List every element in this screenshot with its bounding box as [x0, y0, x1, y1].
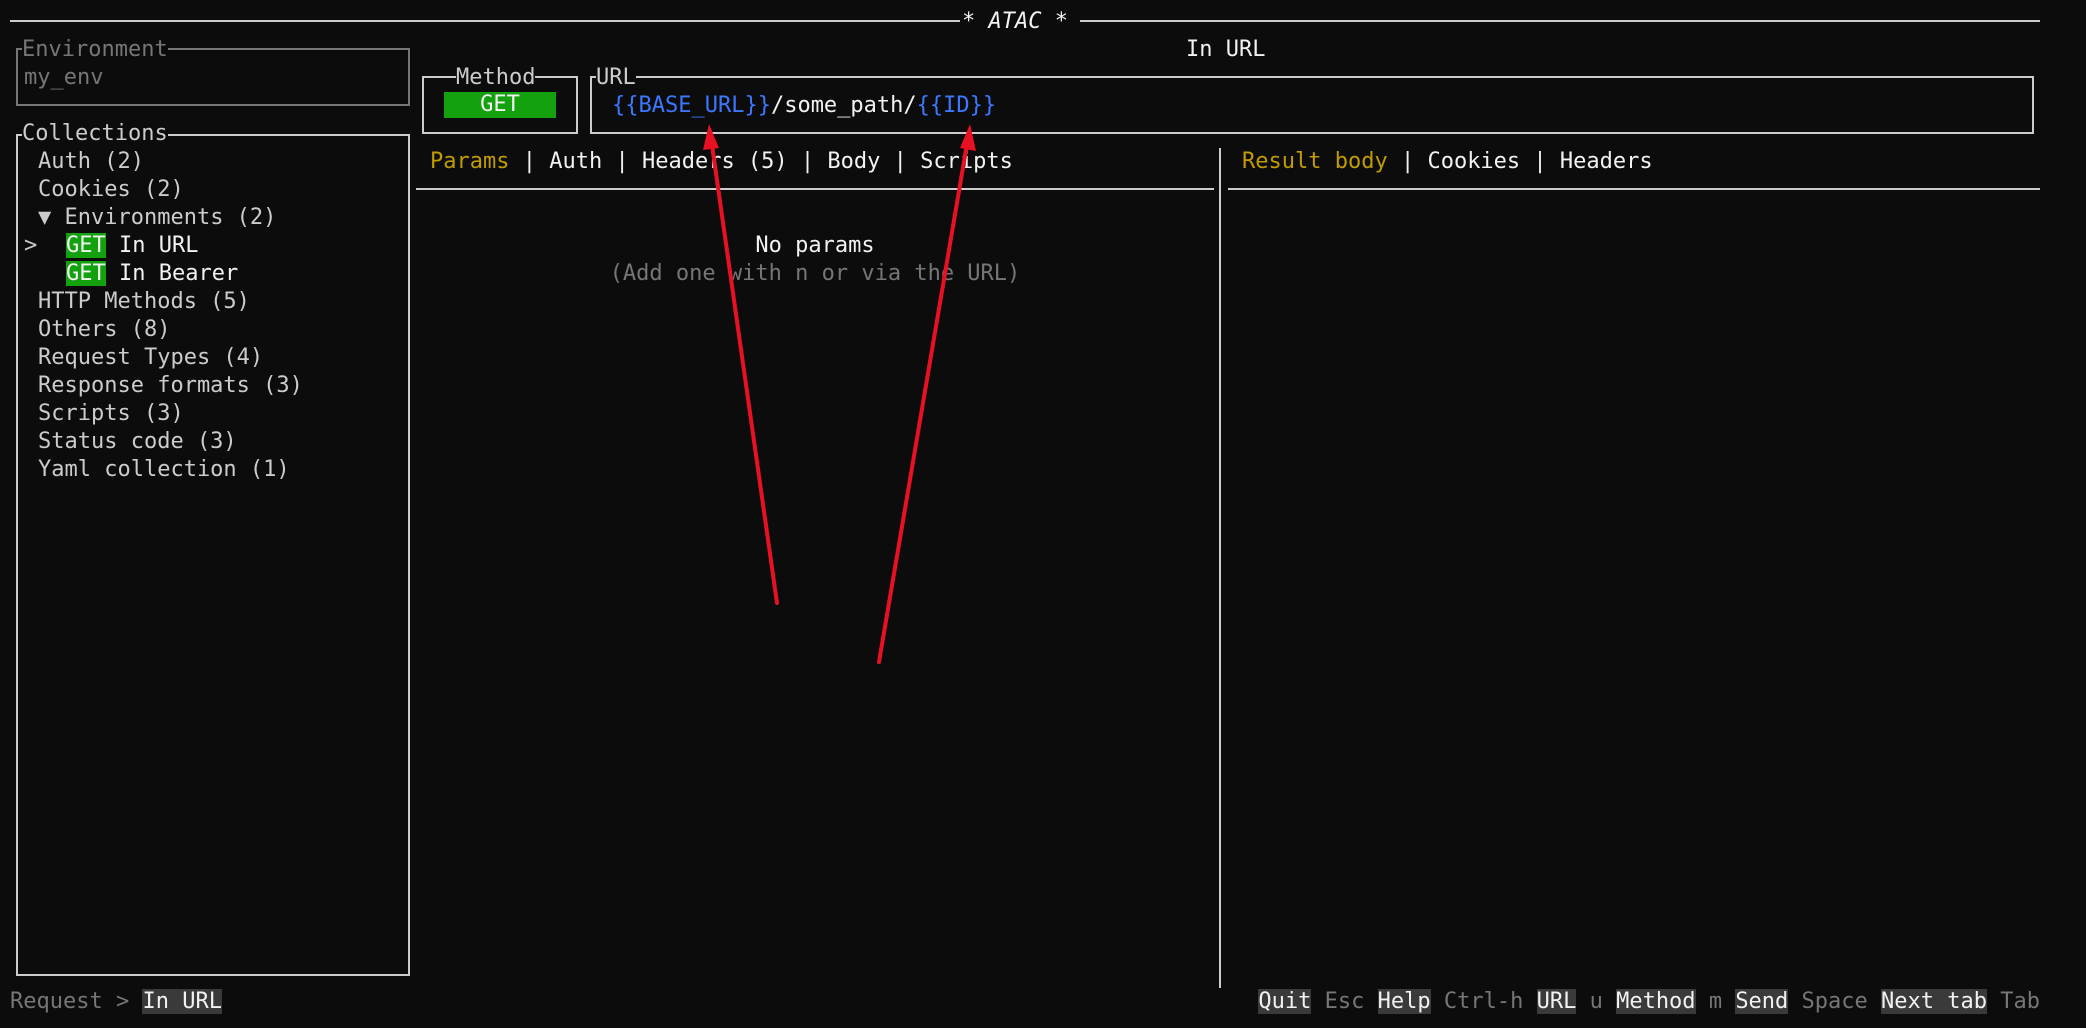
request-tabs: Params | Auth | Headers (5) | Body | Scr…	[430, 148, 1013, 176]
url-variable-id: {{ID}}	[916, 93, 997, 118]
collection-environments[interactable]: ▼ Environments (2)	[38, 204, 276, 232]
collection-label: Yaml collection (1)	[38, 457, 290, 482]
url-label: URL	[596, 65, 636, 90]
tab-separator: |	[615, 149, 629, 174]
breadcrumb: Request > In URL	[10, 988, 222, 1016]
collection-label: Auth (2)	[38, 149, 144, 174]
collection-label: Status code (3)	[38, 429, 237, 454]
collection-label: Others (8)	[38, 317, 171, 342]
title-bar-line-right	[1080, 20, 2040, 22]
collection-label: Response formats (3)	[38, 373, 303, 398]
tab-result-cookies[interactable]: Cookies	[1427, 149, 1520, 174]
method-badge: GET	[66, 233, 106, 258]
collection-request-types[interactable]: Request Types (4)	[38, 344, 263, 372]
tab-headers[interactable]: Headers (5)	[642, 149, 788, 174]
key-send-label: Send	[1735, 989, 1789, 1014]
key-method: m	[1708, 989, 1723, 1014]
collection-http-methods[interactable]: HTTP Methods (5)	[38, 288, 250, 316]
key-url-label: URL	[1536, 989, 1577, 1014]
environment-label: Environment	[22, 37, 168, 62]
collection-status-code[interactable]: Status code (3)	[38, 428, 237, 456]
result-tabs-underline	[1228, 188, 2040, 190]
tab-auth[interactable]: Auth	[549, 149, 602, 174]
url-input[interactable]: {{BASE_URL}}/some_path/{{ID}}	[612, 92, 996, 120]
key-send: Space	[1801, 989, 1868, 1014]
collection-label: Cookies (2)	[38, 177, 184, 202]
collection-yaml[interactable]: Yaml collection (1)	[38, 456, 290, 484]
method-badge: GET	[66, 261, 106, 286]
key-quit-label: Quit	[1258, 989, 1312, 1014]
selection-marker: >	[24, 233, 38, 258]
collection-response-formats[interactable]: Response formats (3)	[38, 372, 303, 400]
request-title: In URL	[1186, 37, 1266, 62]
tab-separator: |	[1400, 149, 1415, 174]
params-empty-hint: (Add one with n or via the URL)	[609, 261, 1021, 286]
chevron-down-icon: ▼	[38, 205, 52, 230]
title-bar-line-left	[10, 20, 960, 22]
collection-cookies[interactable]: Cookies (2)	[38, 176, 184, 204]
url-path: /some_path/	[770, 93, 917, 118]
url-variable-base-url: {{BASE_URL}}	[612, 93, 771, 118]
tab-scripts[interactable]: Scripts	[920, 149, 1013, 174]
breadcrumb-current: In URL	[142, 989, 222, 1014]
collection-label: Environments (2)	[64, 205, 277, 230]
tab-separator: |	[522, 149, 536, 174]
app-title: * ATAC *	[962, 9, 1068, 34]
tab-result-body[interactable]: Result body	[1242, 149, 1388, 174]
key-url: u	[1589, 989, 1603, 1014]
collection-label: Scripts (3)	[38, 401, 184, 426]
collection-label: HTTP Methods (5)	[38, 289, 250, 314]
key-help-label: Help	[1377, 989, 1431, 1014]
collection-auth[interactable]: Auth (2)	[38, 148, 144, 176]
tab-body[interactable]: Body	[827, 149, 880, 174]
tab-separator: |	[1533, 149, 1547, 174]
request-tabs-underline	[416, 188, 1214, 190]
panel-divider[interactable]	[1219, 148, 1221, 988]
keybindings-bar: Quit Esc Help Ctrl-h URL u Method m Send…	[1258, 988, 2040, 1016]
collections-label: Collections	[22, 121, 168, 146]
tab-result-headers[interactable]: Headers	[1560, 149, 1653, 174]
annotation-arrow-id	[877, 136, 970, 664]
tab-params[interactable]: Params	[430, 149, 509, 174]
key-help: Ctrl-h	[1443, 989, 1524, 1014]
collection-scripts[interactable]: Scripts (3)	[38, 400, 184, 428]
request-name: In URL	[119, 233, 199, 258]
tab-separator: |	[893, 149, 907, 174]
environment-value[interactable]: my_env	[24, 64, 103, 92]
method-selector[interactable]: GET	[444, 92, 556, 118]
key-next-tab: Tab	[2000, 989, 2040, 1014]
method-label: Method	[456, 65, 536, 90]
collection-label: Request Types (4)	[38, 345, 264, 370]
request-in-bearer[interactable]: GET In Bearer	[66, 260, 238, 288]
key-quit: Esc	[1324, 989, 1365, 1014]
collection-others[interactable]: Others (8)	[38, 316, 170, 344]
key-next-tab-label: Next tab	[1881, 989, 1987, 1014]
key-method-label: Method	[1616, 989, 1696, 1014]
params-empty-title: No params	[755, 233, 875, 258]
breadcrumb-prefix: Request >	[10, 989, 130, 1014]
annotation-arrow-base-url	[709, 136, 779, 605]
request-in-url[interactable]: GET In URL	[66, 232, 198, 260]
tab-separator: |	[800, 149, 815, 174]
result-tabs: Result body | Cookies | Headers	[1242, 148, 1653, 176]
request-name: In Bearer	[119, 261, 239, 286]
